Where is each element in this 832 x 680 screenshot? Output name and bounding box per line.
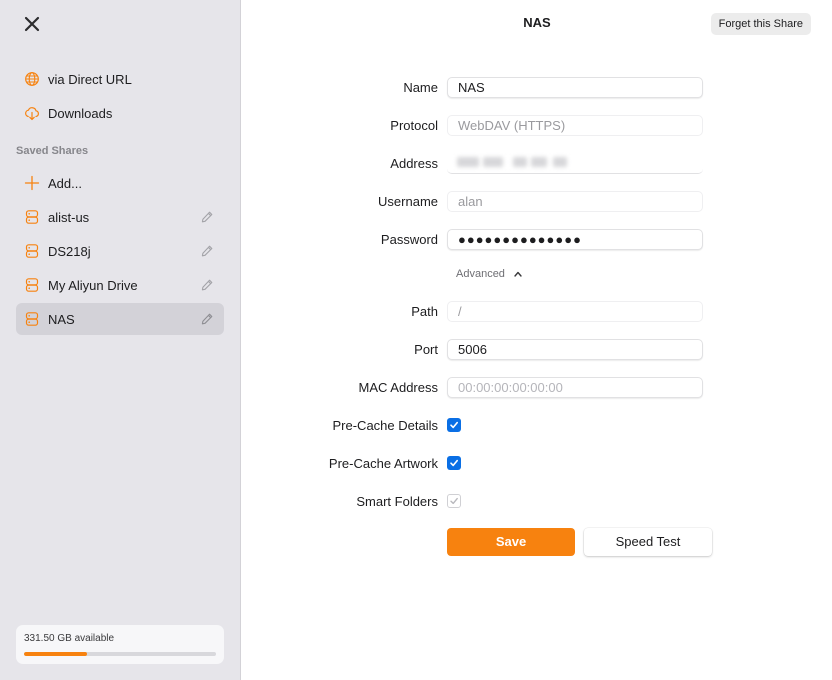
username-field[interactable] — [447, 191, 703, 212]
checkmark-icon — [450, 497, 458, 505]
advanced-toggle[interactable]: Advanced — [456, 268, 523, 280]
server-icon — [24, 243, 40, 259]
sidebar-item-label: DS218j — [48, 243, 91, 259]
sidebar-item-ds218j[interactable]: DS218j — [16, 235, 224, 267]
smart-folders-checkbox[interactable] — [447, 494, 461, 508]
port-label: Port — [414, 342, 438, 357]
chevron-up-icon — [514, 271, 522, 277]
sidebar-item-direct-url[interactable]: via Direct URL — [16, 63, 224, 95]
sidebar-item-label: via Direct URL — [48, 71, 132, 87]
protocol-field[interactable] — [447, 115, 703, 136]
mac-address-label: MAC Address — [358, 380, 438, 395]
sidebar-item-label: NAS — [48, 311, 75, 327]
precache-details-checkbox[interactable] — [447, 418, 461, 432]
speed-test-button[interactable]: Speed Test — [584, 528, 712, 556]
save-button[interactable]: Save — [447, 528, 575, 556]
storage-available-text: 331.50 GB available — [24, 633, 115, 644]
port-field[interactable] — [447, 339, 703, 360]
plus-icon — [24, 175, 40, 191]
sidebar-item-label: Downloads — [48, 105, 113, 121]
sidebar-item-alist-us[interactable]: alist-us — [16, 201, 224, 233]
pencil-icon[interactable] — [200, 278, 214, 292]
mac-address-field[interactable] — [447, 377, 703, 398]
pencil-icon[interactable] — [200, 210, 214, 224]
checkmark-icon — [450, 459, 458, 467]
username-label: Username — [378, 194, 438, 209]
name-field[interactable] — [447, 77, 703, 98]
saved-shares-heading: Saved Shares — [16, 145, 89, 157]
password-field[interactable] — [447, 229, 703, 250]
sidebar-item-label: alist-us — [48, 209, 90, 225]
sidebar: via Direct URL Downloads Saved Shares Ad… — [0, 0, 241, 680]
share-detail-panel: NAS Forget this Share Name Protocol Addr… — [242, 0, 832, 680]
address-field[interactable] — [447, 153, 703, 174]
storage-indicator: 331.50 GB available — [16, 625, 224, 664]
precache-artwork-label: Pre-Cache Artwork — [328, 456, 438, 471]
precache-artwork-checkbox[interactable] — [447, 456, 461, 470]
add-share-button[interactable]: Add... — [16, 167, 224, 199]
protocol-label: Protocol — [390, 118, 438, 133]
server-icon — [24, 209, 40, 225]
server-icon — [24, 277, 40, 293]
checkmark-icon — [450, 421, 458, 429]
path-field[interactable] — [447, 301, 703, 322]
globe-icon — [24, 71, 40, 87]
storage-progress-fill — [24, 652, 88, 656]
precache-details-label: Pre-Cache Details — [332, 418, 439, 433]
sidebar-item-label: My Aliyun Drive — [48, 277, 138, 293]
path-label: Path — [411, 304, 438, 319]
close-icon — [24, 16, 40, 32]
sidebar-item-downloads[interactable]: Downloads — [16, 97, 224, 129]
forget-share-button[interactable]: Forget this Share — [710, 13, 811, 35]
sidebar-item-my-aliyun-drive[interactable]: My Aliyun Drive — [16, 269, 224, 301]
cloud-download-icon — [24, 105, 40, 121]
address-label: Address — [390, 156, 438, 171]
advanced-label: Advanced — [456, 268, 505, 280]
sidebar-item-nas[interactable]: NAS — [16, 303, 224, 335]
server-icon — [24, 311, 40, 327]
sidebar-item-label: Add... — [48, 175, 82, 191]
pencil-icon[interactable] — [200, 312, 214, 326]
name-label: Name — [403, 80, 438, 95]
password-label: Password — [380, 232, 438, 247]
pencil-icon[interactable] — [200, 244, 214, 258]
storage-progress-bar — [24, 652, 216, 656]
smart-folders-label: Smart Folders — [356, 494, 438, 509]
close-button[interactable] — [22, 14, 42, 34]
